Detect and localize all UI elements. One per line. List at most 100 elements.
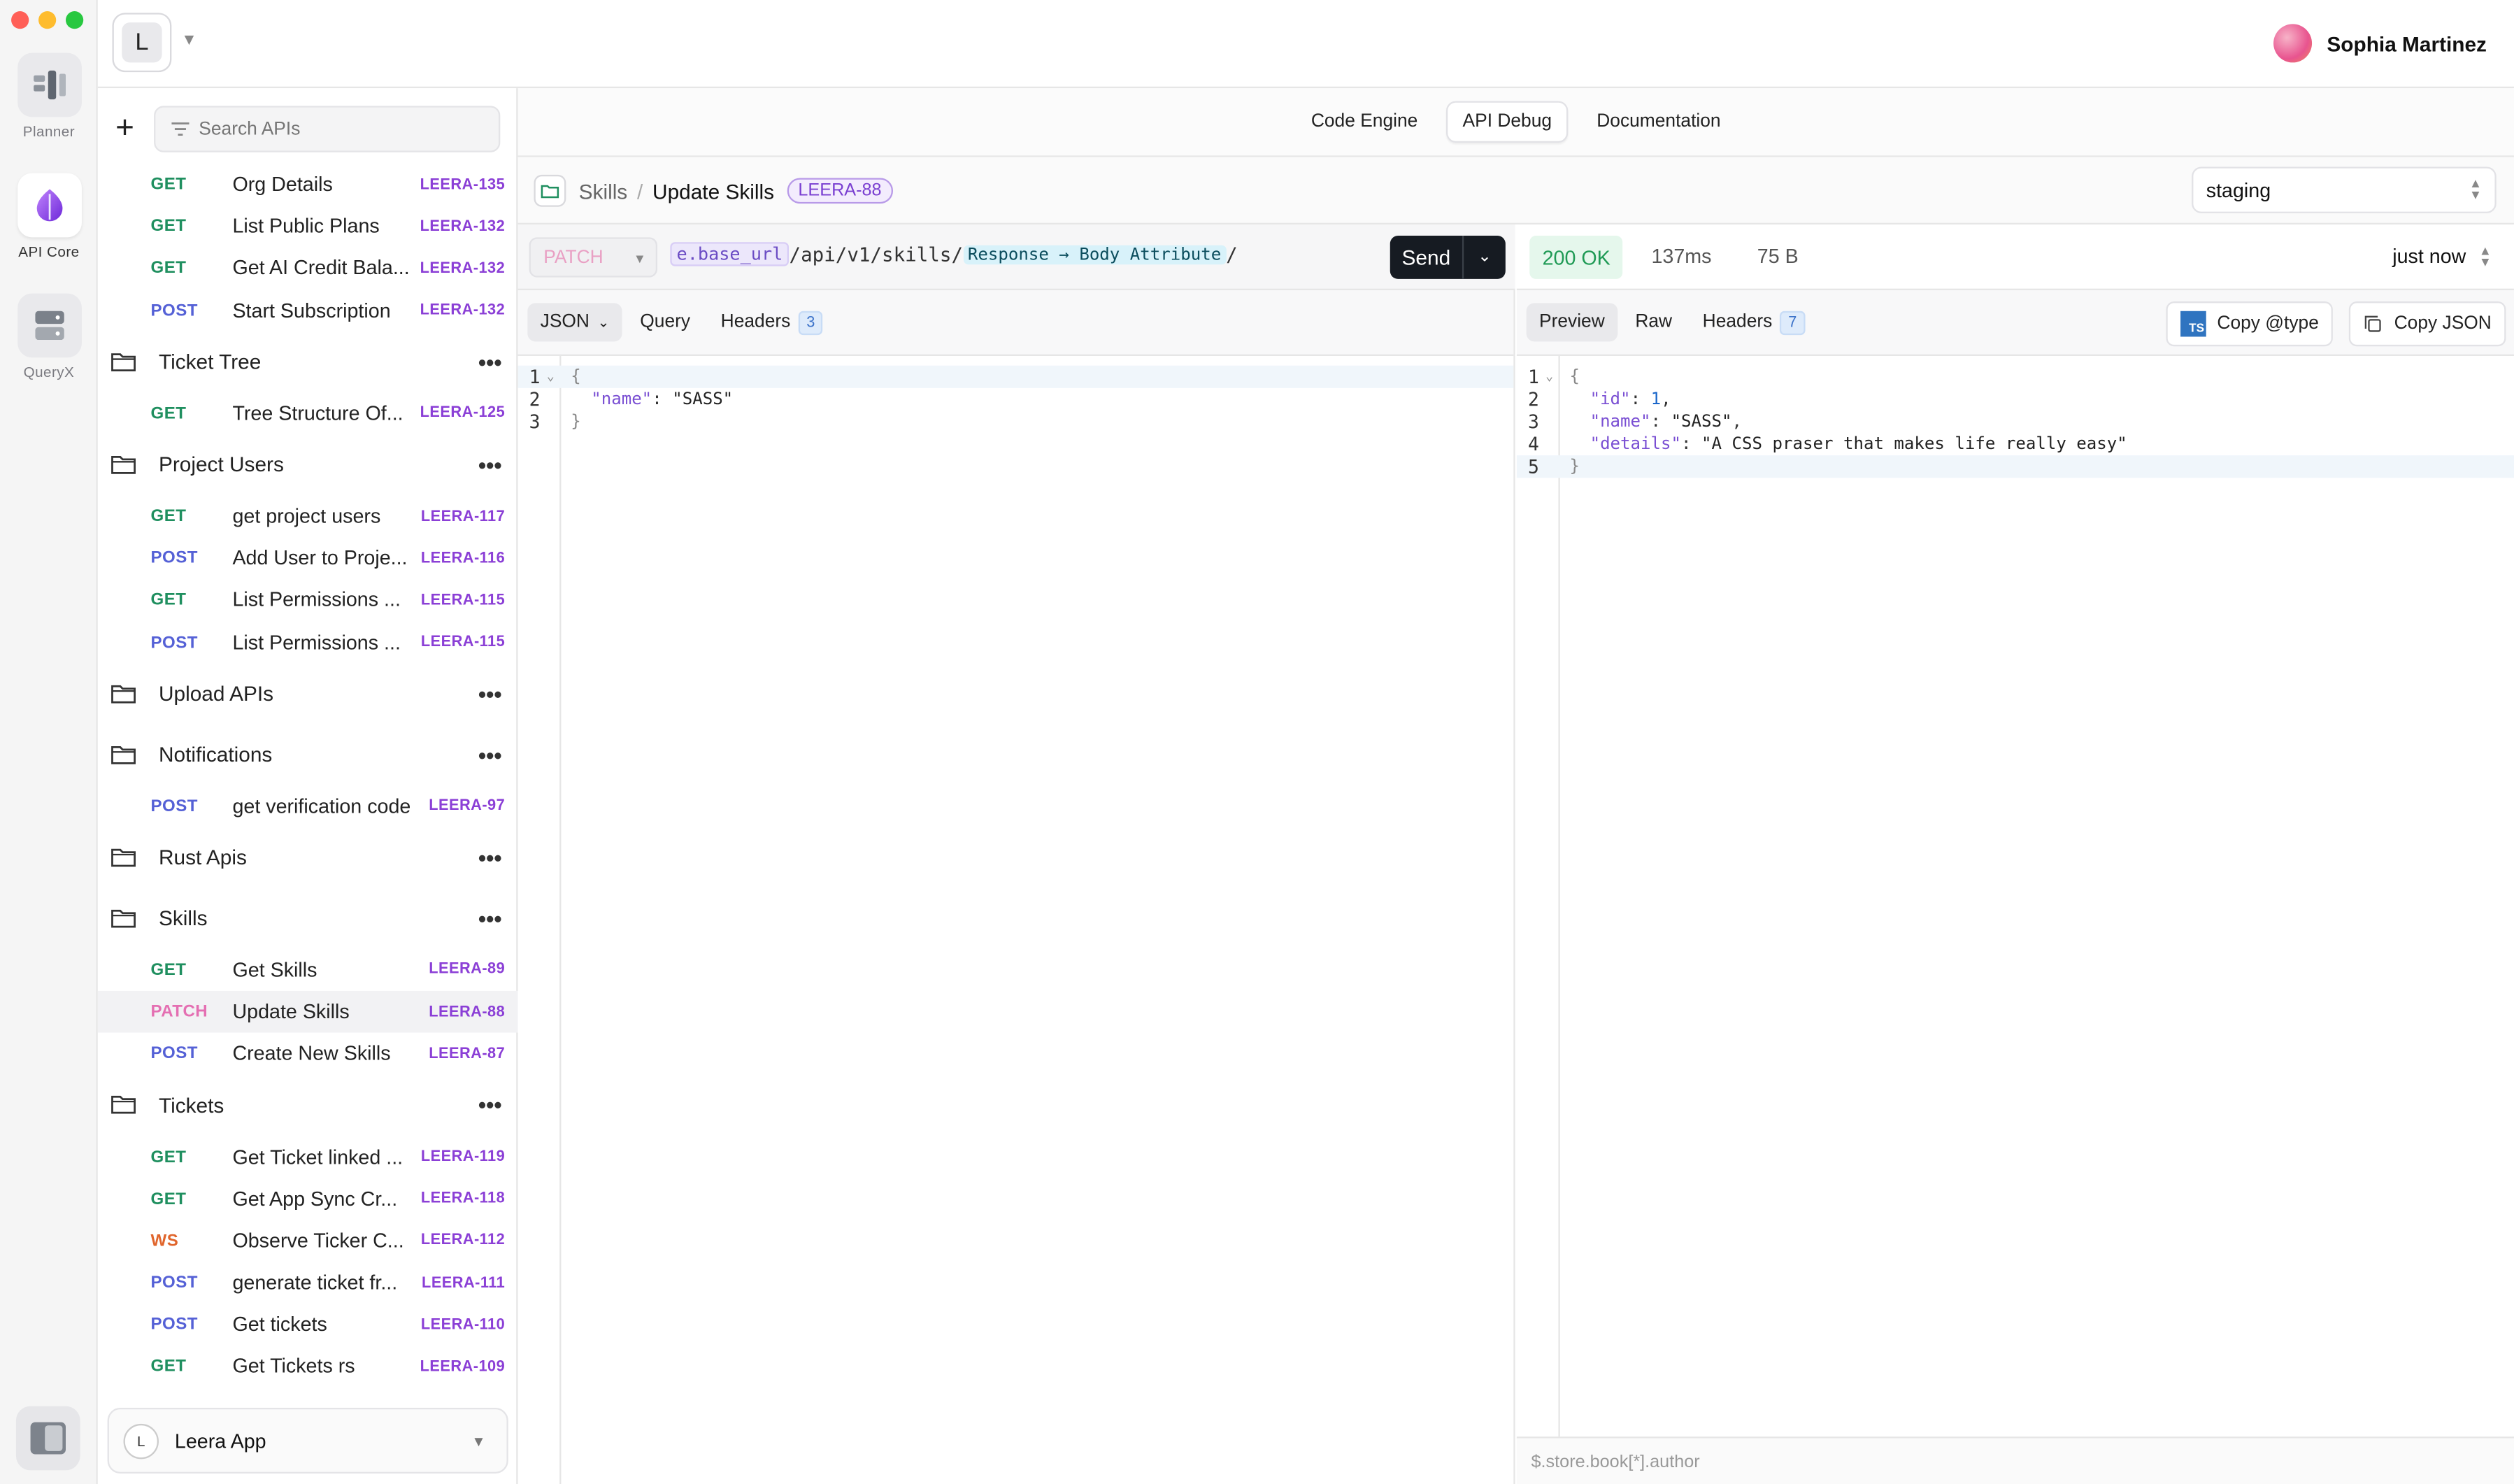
method-badge: GET xyxy=(150,217,187,236)
code-line: 5} xyxy=(1516,455,2514,478)
folder-icon xyxy=(110,846,136,872)
request-item[interactable]: POST Start Subscription LEERA-132 xyxy=(98,290,518,331)
request-item[interactable]: GET get project users LEERA-117 xyxy=(98,495,518,537)
url-variable[interactable]: e.base_url xyxy=(670,242,790,266)
body-type-label: JSON xyxy=(540,313,590,332)
rail-item-planner[interactable]: Planner xyxy=(0,52,98,139)
ticket-id: LEERA-109 xyxy=(420,1357,506,1376)
app-name: Leera App xyxy=(174,1429,266,1453)
rail-label-api-core: API Core xyxy=(18,243,80,260)
ticket-id: LEERA-88 xyxy=(429,1003,506,1021)
tab-api-debug[interactable]: API Debug xyxy=(1446,101,1568,143)
response-status-bar: 200 OK 137ms 75 B just now ▲ ▼ xyxy=(1516,224,2514,290)
jsonpath-filter[interactable]: $.store.book[*].author xyxy=(1516,1436,2514,1484)
request-item[interactable]: GET Get AI Credit Bala... LEERA-132 xyxy=(98,248,518,290)
response-history-select[interactable]: just now ▲ ▼ xyxy=(2392,243,2492,270)
request-name: get project users xyxy=(232,505,381,528)
more-icon[interactable]: ••• xyxy=(478,845,502,871)
more-icon[interactable]: ••• xyxy=(478,681,502,707)
request-item[interactable]: POST Create New Skills LEERA-87 xyxy=(98,1033,518,1075)
close-window-button[interactable] xyxy=(11,11,29,29)
copy-icon xyxy=(2365,315,2382,332)
tab-request-headers[interactable]: Headers 3 xyxy=(708,301,836,344)
ticket-id: LEERA-132 xyxy=(420,259,506,278)
brace: { xyxy=(1569,367,1580,387)
url-reference[interactable]: Response → Body Attribute xyxy=(963,244,1227,264)
folder-icon[interactable] xyxy=(534,174,566,207)
method-badge: POST xyxy=(150,632,198,652)
request-item[interactable]: POST get verification code LEERA-97 xyxy=(98,785,518,827)
folder-item[interactable]: Upload APIs ••• xyxy=(98,663,518,724)
request-item[interactable]: GET Get Skills LEERA-89 xyxy=(98,949,518,991)
fold-chevron-icon[interactable]: ⌄ xyxy=(547,366,555,388)
method-badge: POST xyxy=(150,796,198,816)
chevron-updown-icon: ▲ ▼ xyxy=(2478,243,2492,270)
folder-item[interactable]: Ticket Tree ••• xyxy=(98,331,518,392)
folder-item[interactable]: Notifications ••• xyxy=(98,725,518,785)
response-size: 75 B xyxy=(1757,245,1799,268)
minimize-window-button[interactable] xyxy=(38,11,57,29)
response-body-viewer[interactable]: $.store.book[*].author 1 ⌄{2 "id": 1, 3 "n… xyxy=(1516,355,2514,1484)
more-icon[interactable]: ••• xyxy=(478,349,502,375)
method-select[interactable]: PATCH ▼ xyxy=(529,237,658,278)
add-api-button[interactable]: + xyxy=(115,112,134,144)
more-icon[interactable]: ••• xyxy=(478,906,502,932)
workspace-switcher[interactable]: L xyxy=(112,13,172,73)
request-name: Start Subscription xyxy=(232,299,391,322)
search-input[interactable] xyxy=(199,119,472,139)
send-options-chevron-icon[interactable]: ⌄ xyxy=(1464,248,1506,266)
zoom-window-button[interactable] xyxy=(66,11,84,29)
folder-name: Skills xyxy=(158,906,208,931)
copy-json-button[interactable]: Copy JSON xyxy=(2349,301,2506,347)
app-switcher[interactable]: L Leera App ▼ xyxy=(107,1407,508,1474)
request-name: Get Ticket linked ... xyxy=(232,1146,403,1169)
request-item[interactable]: POST Add User to Proje... LEERA-116 xyxy=(98,537,518,579)
api-core-icon xyxy=(17,173,81,238)
send-button[interactable]: Send ⌄ xyxy=(1390,236,1506,279)
folder-item[interactable]: Tickets ••• xyxy=(98,1075,518,1136)
more-icon[interactable]: ••• xyxy=(478,452,502,478)
folder-item[interactable]: Rust Apis ••• xyxy=(98,827,518,888)
ticket-id: LEERA-135 xyxy=(420,176,506,194)
request-item[interactable]: POST generate ticket fr... LEERA-111 xyxy=(98,1262,518,1304)
ticket-id: LEERA-125 xyxy=(420,404,506,422)
fold-chevron-icon[interactable]: ⌄ xyxy=(1545,366,1553,388)
request-item[interactable]: POST Get tickets LEERA-110 xyxy=(98,1304,518,1346)
request-item[interactable]: GET Tree Structure Of... LEERA-125 xyxy=(98,392,518,434)
request-item[interactable]: GET Get Tickets rs LEERA-109 xyxy=(98,1346,518,1387)
rail-item-api-core[interactable]: API Core xyxy=(0,173,98,260)
tab-query[interactable]: Query xyxy=(627,303,704,341)
folder-icon xyxy=(110,683,136,708)
tab-response-headers[interactable]: Headers 7 xyxy=(1690,301,1817,344)
search-box[interactable] xyxy=(154,106,501,152)
more-icon[interactable]: ••• xyxy=(478,1092,502,1118)
request-item[interactable]: GET Org Details LEERA-135 xyxy=(98,164,518,206)
request-item[interactable]: GET List Permissions ... LEERA-115 xyxy=(98,579,518,621)
ticket-badge[interactable]: LEERA-88 xyxy=(787,178,893,204)
code-text: { xyxy=(1570,366,1580,388)
body-type-select[interactable]: JSON ⌄ xyxy=(527,303,623,342)
url-input[interactable]: e.base_url /api/v1/skills/ Response → Bo… xyxy=(670,242,1238,266)
breadcrumb-parent[interactable]: Skills xyxy=(579,179,628,203)
chevron-down-icon[interactable]: ▼ xyxy=(181,32,197,50)
more-icon[interactable]: ••• xyxy=(478,742,502,768)
toggle-sidebar-button[interactable] xyxy=(15,1406,80,1471)
request-body-editor[interactable]: 1 ⌄{2 "name": "SASS" 3} xyxy=(517,355,1514,1484)
request-item[interactable]: GET Get App Sync Cr... LEERA-118 xyxy=(98,1178,518,1220)
request-item[interactable]: WS Observe Ticker C... LEERA-112 xyxy=(98,1220,518,1262)
tab-documentation[interactable]: Documentation xyxy=(1580,101,1736,143)
folder-item[interactable]: Project Users ••• xyxy=(98,434,518,495)
environment-select[interactable]: staging ▲ ▼ xyxy=(2192,166,2497,213)
request-item[interactable]: POST List Permissions ... LEERA-115 xyxy=(98,621,518,663)
request-item[interactable]: GET List Public Plans LEERA-132 xyxy=(98,206,518,248)
tab-code-engine[interactable]: Code Engine xyxy=(1295,101,1434,143)
tab-raw[interactable]: Raw xyxy=(1622,303,1685,341)
rail-item-queryx[interactable]: QueryX xyxy=(0,293,98,380)
user-menu[interactable]: Sophia Martinez xyxy=(2273,24,2487,63)
request-item[interactable]: PATCH Update Skills LEERA-88 xyxy=(97,991,518,1034)
copy-type-button[interactable]: TS Copy @type xyxy=(2166,301,2334,347)
folder-item[interactable]: Skills ••• xyxy=(98,888,518,949)
tab-preview[interactable]: Preview xyxy=(1526,303,1618,342)
ticket-id: LEERA-89 xyxy=(429,961,506,979)
request-item[interactable]: GET Get Ticket linked ... LEERA-119 xyxy=(98,1136,518,1178)
